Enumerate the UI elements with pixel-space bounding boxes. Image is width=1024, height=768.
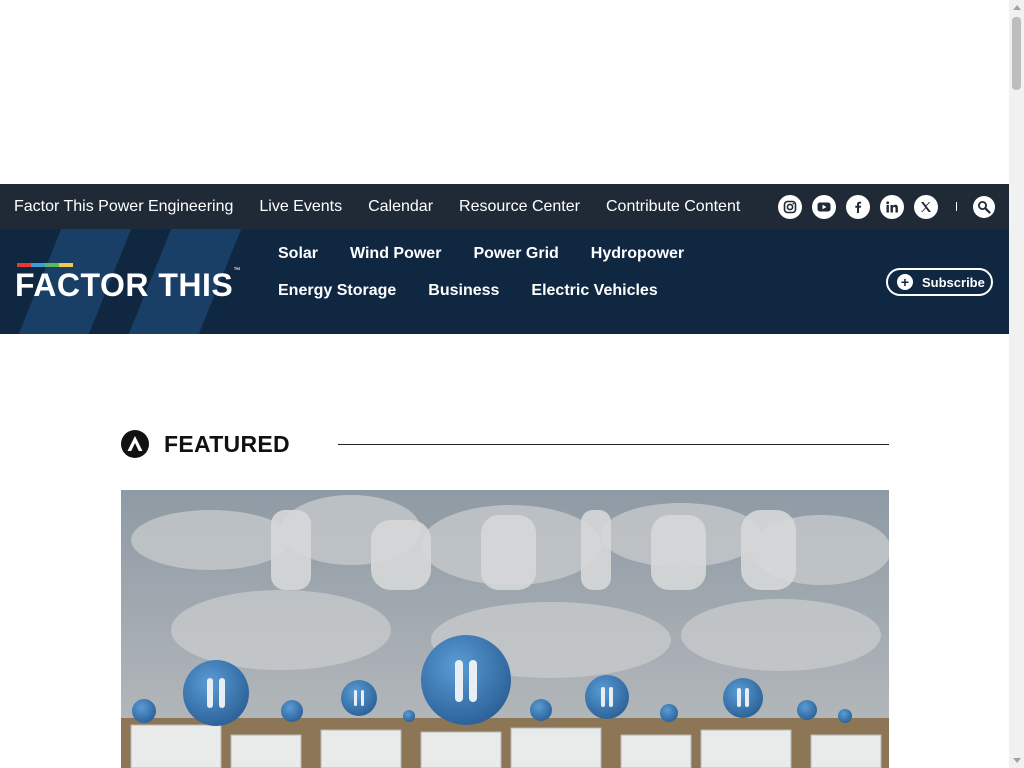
nav-wind-power[interactable]: Wind Power <box>350 243 441 265</box>
top-link-resource-center[interactable]: Resource Center <box>459 198 580 216</box>
factor-this-mark-icon <box>121 430 149 458</box>
facebook-icon[interactable] <box>846 194 870 219</box>
youtube-icon[interactable] <box>812 194 836 219</box>
logo-trademark: ™ <box>233 267 241 274</box>
subscribe-button[interactable]: + Subscribe <box>886 268 993 296</box>
social-separator <box>956 202 957 211</box>
top-link-calendar[interactable]: Calendar <box>368 198 433 216</box>
logo-wordmark: FACTOR THIS™ <box>15 267 241 304</box>
nav-energy-storage[interactable]: Energy Storage <box>278 280 396 302</box>
search-icon[interactable] <box>973 195 995 218</box>
site-logo[interactable]: FACTOR THIS™ <box>0 229 245 334</box>
logo-text: FACTOR THIS <box>15 267 234 303</box>
scroll-down-arrow-icon[interactable] <box>1013 758 1021 763</box>
top-link-live-events[interactable]: Live Events <box>259 198 342 216</box>
category-nav: Solar Wind Power Power Grid Hydropower E… <box>278 243 858 302</box>
subscribe-label: Subscribe <box>922 274 985 290</box>
plus-icon: + <box>897 274 913 290</box>
scroll-up-arrow-icon[interactable] <box>1013 5 1021 10</box>
featured-divider <box>337 443 889 445</box>
linkedin-icon[interactable] <box>880 194 904 219</box>
nav-hydropower[interactable]: Hydropower <box>591 243 684 265</box>
page: Factor This Power Engineering Live Event… <box>0 0 1009 768</box>
top-utility-bar: Factor This Power Engineering Live Event… <box>0 184 1009 229</box>
nav-business[interactable]: Business <box>428 280 499 302</box>
scrollbar-thumb[interactable] <box>1012 17 1021 90</box>
top-links: Factor This Power Engineering Live Event… <box>14 198 766 216</box>
instagram-icon[interactable] <box>778 194 802 219</box>
top-link-contribute-content[interactable]: Contribute Content <box>606 198 740 216</box>
top-link-power-engineering[interactable]: Factor This Power Engineering <box>14 198 233 216</box>
nav-power-grid[interactable]: Power Grid <box>473 243 558 265</box>
x-icon[interactable] <box>914 194 938 219</box>
nav-solar[interactable]: Solar <box>278 243 318 265</box>
featured-header: FEATURED <box>121 429 889 459</box>
main-navigation: FACTOR THIS™ Solar Wind Power Power Grid… <box>0 229 1009 334</box>
vertical-scrollbar[interactable] <box>1009 0 1024 768</box>
featured-title: FEATURED <box>164 430 290 457</box>
featured-hero-image[interactable] <box>121 490 889 768</box>
social-links <box>768 194 995 219</box>
nav-electric-vehicles[interactable]: Electric Vehicles <box>531 280 657 302</box>
advertisement-slot <box>0 0 1009 184</box>
